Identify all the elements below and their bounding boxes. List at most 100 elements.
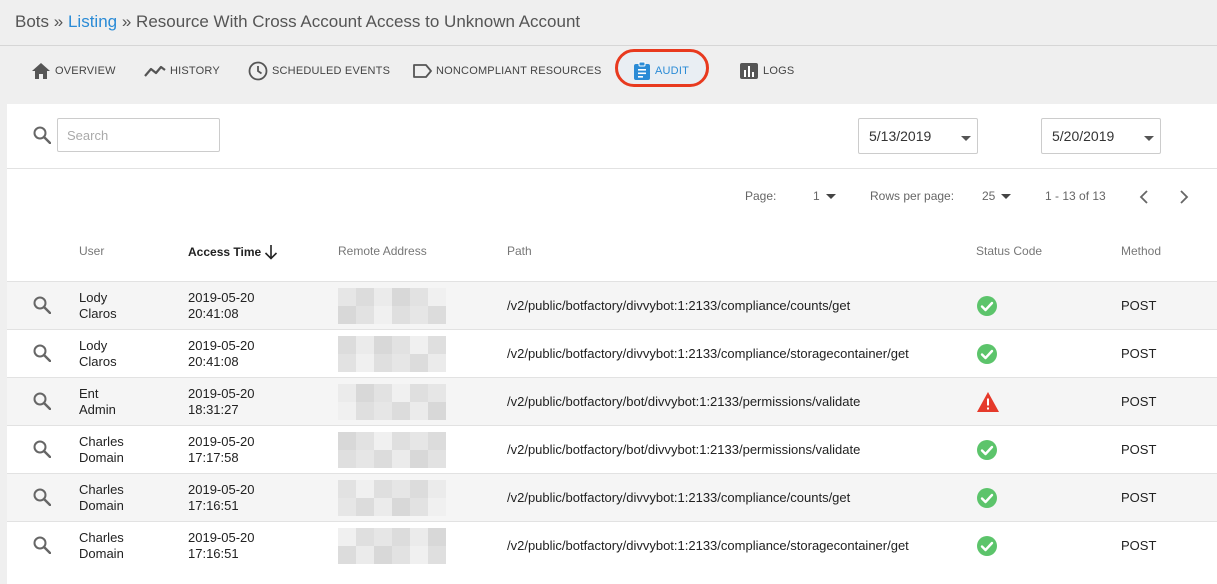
home-icon bbox=[32, 63, 50, 79]
audit-panel: 5/13/2019 5/20/2019 Page: 1 Rows per pag… bbox=[7, 104, 1217, 584]
tab-history[interactable]: HISTORY bbox=[144, 46, 220, 96]
redacted-remote-address bbox=[338, 432, 446, 468]
clipboard-icon bbox=[634, 61, 650, 80]
user-cell: Lody Claros bbox=[79, 338, 117, 370]
path-cell: /v2/public/botfactory/divvybot:1:2133/co… bbox=[507, 490, 851, 505]
sort-descending-icon bbox=[265, 245, 278, 260]
tab-noncompliant-resources[interactable]: NONCOMPLIANT RESOURCES bbox=[412, 46, 602, 96]
view-details-icon[interactable] bbox=[33, 296, 51, 314]
column-header-path[interactable]: Path bbox=[507, 244, 532, 258]
table-row[interactable]: Lody Claros 2019-05-20 20:41:08 /v2/publ… bbox=[7, 281, 1217, 329]
path-cell: /v2/public/botfactory/bot/divvybot:1:213… bbox=[507, 394, 861, 409]
access-time-cell: 2019-05-20 17:17:58 bbox=[188, 434, 255, 466]
page-select[interactable]: 1 bbox=[813, 184, 836, 208]
user-cell: Lody Claros bbox=[79, 290, 117, 322]
view-details-icon[interactable] bbox=[33, 488, 51, 506]
tab-scheduled-events[interactable]: SCHEDULED EVENTS bbox=[248, 46, 390, 96]
table-row[interactable]: Charles Domain 2019-05-20 17:16:51 /v2/p… bbox=[7, 521, 1217, 569]
column-header-label: Access Time bbox=[188, 245, 262, 259]
previous-page-icon[interactable] bbox=[1139, 190, 1149, 204]
access-time-cell: 2019-05-20 17:16:51 bbox=[188, 482, 255, 514]
access-date: 2019-05-20 bbox=[188, 338, 255, 353]
access-time: 17:17:58 bbox=[188, 450, 239, 465]
column-header-remote-address[interactable]: Remote Address bbox=[338, 244, 427, 258]
breadcrumb-listing-link[interactable]: Listing bbox=[68, 12, 117, 31]
access-time: 17:16:51 bbox=[188, 546, 239, 561]
chevron-down-icon bbox=[1001, 193, 1012, 199]
tab-bar: OVERVIEW HISTORY SCHEDULED EVENTS NONCOM… bbox=[0, 46, 1217, 96]
bar-chart-icon bbox=[740, 63, 758, 79]
user-cell: Charles Domain bbox=[79, 530, 124, 562]
view-details-icon[interactable] bbox=[33, 392, 51, 410]
user-last-name: Claros bbox=[79, 354, 117, 369]
access-time-cell: 2019-05-20 20:41:08 bbox=[188, 338, 255, 370]
start-date-select[interactable]: 5/13/2019 bbox=[858, 118, 978, 154]
end-date-select[interactable]: 5/20/2019 bbox=[1041, 118, 1161, 154]
breadcrumb-root[interactable]: Bots bbox=[15, 12, 49, 31]
access-time: 20:41:08 bbox=[188, 306, 239, 321]
pagination-range: 1 - 13 of 13 bbox=[1045, 189, 1106, 203]
success-check-icon bbox=[977, 440, 997, 460]
user-cell: Charles Domain bbox=[79, 434, 124, 466]
end-date-value: 5/20/2019 bbox=[1052, 128, 1115, 144]
access-time-cell: 2019-05-20 20:41:08 bbox=[188, 290, 255, 322]
redacted-remote-address bbox=[338, 528, 446, 564]
tag-icon bbox=[413, 64, 432, 78]
access-date: 2019-05-20 bbox=[188, 482, 255, 497]
start-date-value: 5/13/2019 bbox=[869, 128, 932, 144]
success-check-icon bbox=[977, 536, 997, 556]
access-time: 17:16:51 bbox=[188, 498, 239, 513]
redacted-remote-address bbox=[338, 288, 446, 324]
user-first-name: Charles bbox=[79, 530, 124, 545]
page-label: Page: bbox=[745, 189, 777, 203]
tab-overview[interactable]: OVERVIEW bbox=[31, 46, 116, 96]
tab-audit[interactable]: AUDIT bbox=[633, 46, 689, 96]
column-header-status-code[interactable]: Status Code bbox=[976, 244, 1042, 258]
next-page-icon[interactable] bbox=[1179, 190, 1189, 204]
tab-label: HISTORY bbox=[170, 65, 220, 77]
error-warning-icon bbox=[977, 392, 999, 412]
user-last-name: Domain bbox=[79, 498, 124, 513]
table-row[interactable]: Charles Domain 2019-05-20 17:16:51 /v2/p… bbox=[7, 473, 1217, 521]
column-header-user[interactable]: User bbox=[79, 244, 104, 258]
column-header-access-time[interactable]: Access Time bbox=[188, 244, 278, 260]
user-last-name: Domain bbox=[79, 450, 124, 465]
table-row[interactable]: Lody Claros 2019-05-20 20:41:08 /v2/publ… bbox=[7, 329, 1217, 377]
tab-label: LOGS bbox=[763, 65, 795, 77]
access-date: 2019-05-20 bbox=[188, 434, 255, 449]
access-date: 2019-05-20 bbox=[188, 290, 255, 305]
column-header-method[interactable]: Method bbox=[1121, 244, 1161, 258]
tab-label: OVERVIEW bbox=[55, 65, 116, 77]
success-check-icon bbox=[977, 296, 997, 316]
view-details-icon[interactable] bbox=[33, 536, 51, 554]
view-details-icon[interactable] bbox=[33, 440, 51, 458]
path-cell: /v2/public/botfactory/divvybot:1:2133/co… bbox=[507, 346, 909, 361]
method-cell: POST bbox=[1121, 490, 1157, 505]
chevron-down-icon bbox=[961, 136, 971, 141]
rows-per-page-select[interactable]: 25 bbox=[982, 184, 1012, 208]
user-last-name: Claros bbox=[79, 306, 117, 321]
method-cell: POST bbox=[1121, 298, 1157, 313]
redacted-remote-address bbox=[338, 480, 446, 516]
tab-logs[interactable]: LOGS bbox=[739, 46, 794, 96]
chevron-down-icon bbox=[825, 193, 836, 199]
access-date: 2019-05-20 bbox=[188, 386, 255, 401]
success-check-icon bbox=[977, 344, 997, 364]
user-cell: Charles Domain bbox=[79, 482, 124, 514]
trend-line-icon bbox=[144, 65, 166, 77]
access-time: 18:31:27 bbox=[188, 402, 239, 417]
table-row[interactable]: Charles Domain 2019-05-20 17:17:58 /v2/p… bbox=[7, 425, 1217, 473]
user-first-name: Ent bbox=[79, 386, 99, 401]
table-row[interactable]: Ent Admin 2019-05-20 18:31:27 /v2/public… bbox=[7, 377, 1217, 425]
access-time: 20:41:08 bbox=[188, 354, 239, 369]
search-input[interactable] bbox=[57, 118, 220, 152]
user-last-name: Admin bbox=[79, 402, 116, 417]
user-first-name: Charles bbox=[79, 482, 124, 497]
success-check-icon bbox=[977, 488, 997, 508]
breadcrumb: Bots » Listing » Resource With Cross Acc… bbox=[15, 12, 580, 34]
view-details-icon[interactable] bbox=[33, 344, 51, 362]
search-icon bbox=[33, 126, 51, 144]
path-cell: /v2/public/botfactory/bot/divvybot:1:213… bbox=[507, 442, 861, 457]
access-date: 2019-05-20 bbox=[188, 530, 255, 545]
breadcrumb-separator: » bbox=[121, 12, 132, 31]
